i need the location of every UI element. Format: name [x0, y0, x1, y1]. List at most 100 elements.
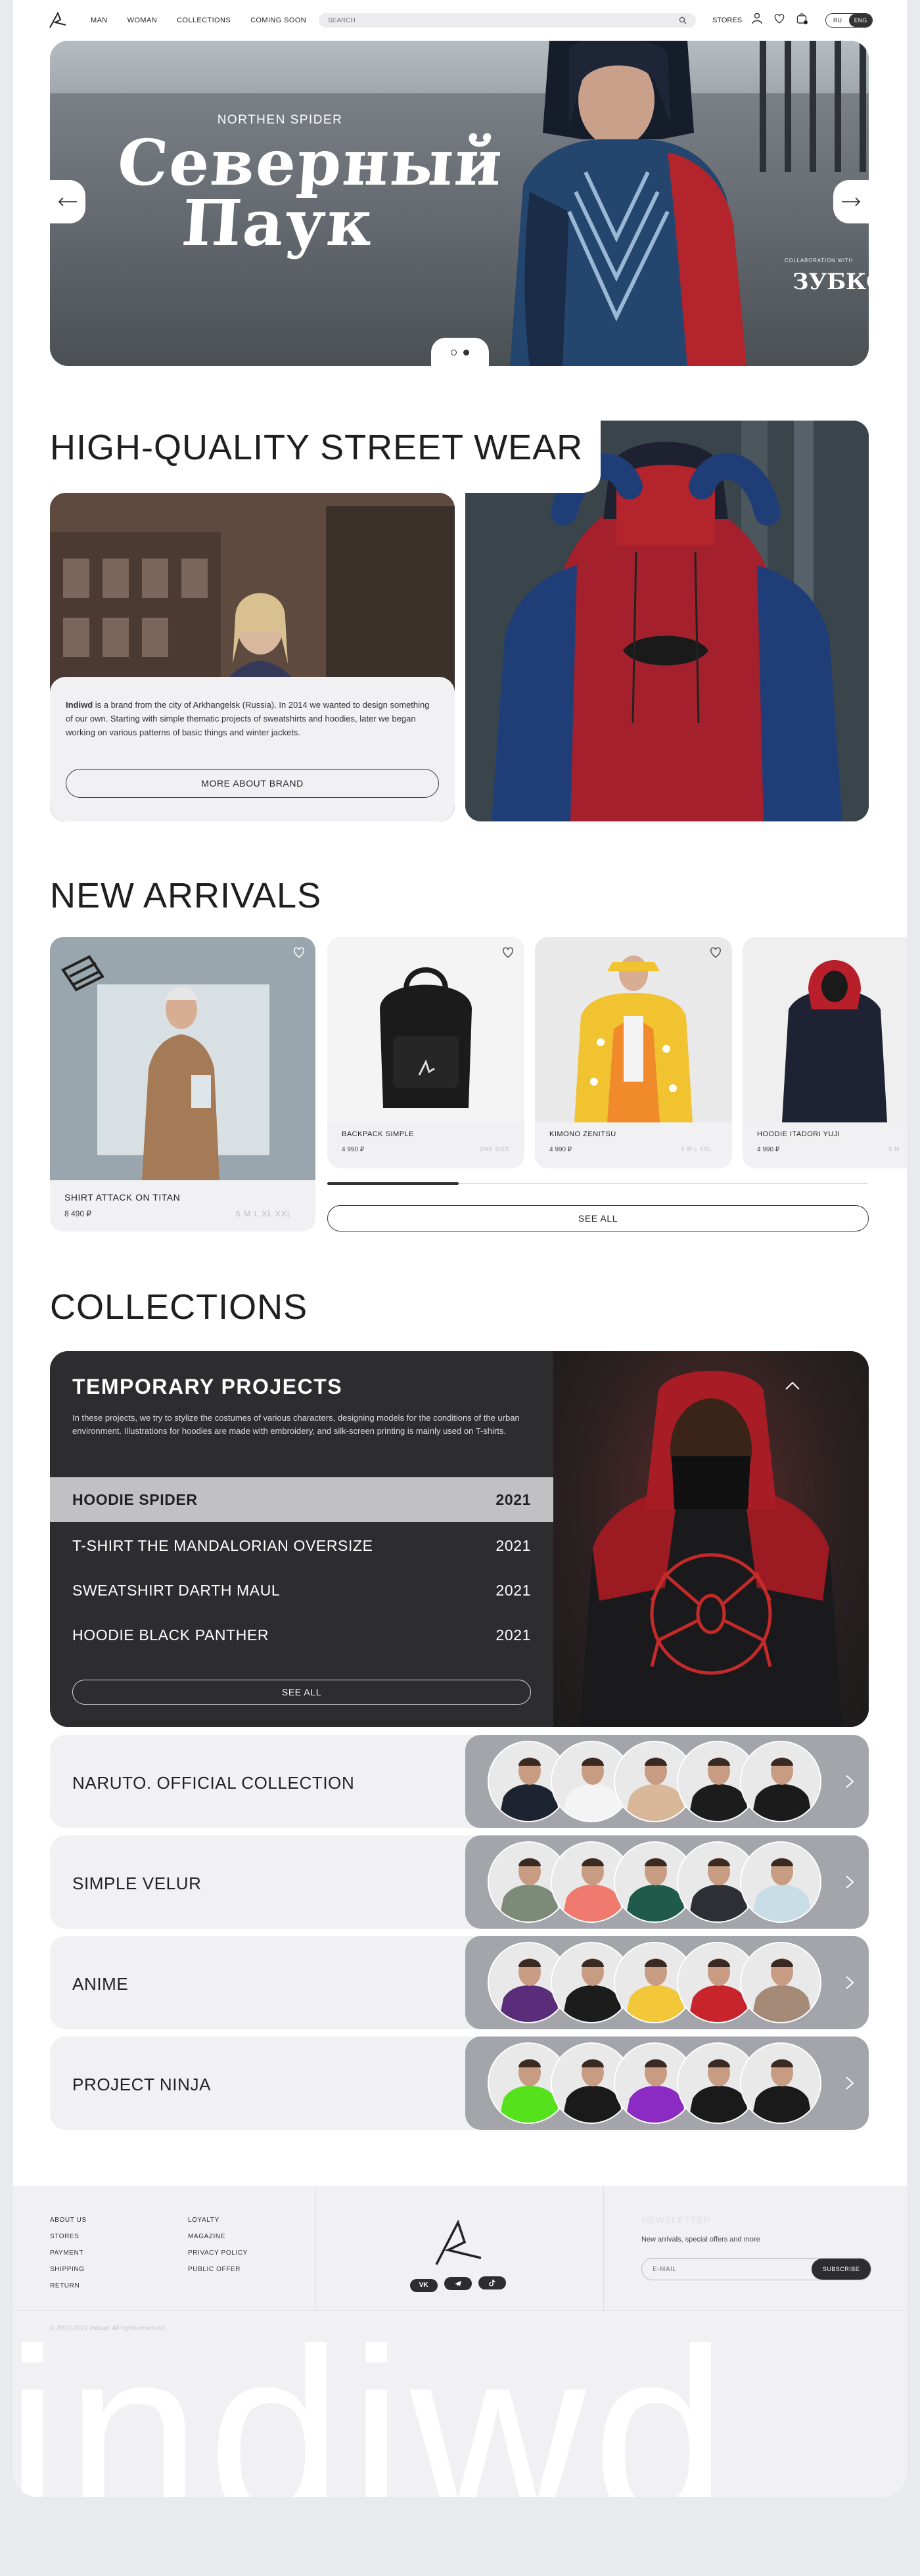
- favorite-heart-icon[interactable]: [501, 945, 515, 959]
- tp-item-tshirt-mandalorian[interactable]: T-SHIRT THE MANDALORIAN OVERSIZE 2021: [50, 1523, 553, 1568]
- product-name: HOODIE ITADORI YUJI: [757, 1130, 840, 1138]
- hero-next-button[interactable]: [833, 180, 869, 223]
- newsletter-form: SUBSCRIBE: [641, 2258, 871, 2280]
- product-name: SHIRT ATTACK ON TITAN: [64, 1192, 181, 1203]
- product-price: 4 990 ₽: [549, 1146, 572, 1153]
- social-links: VK: [402, 2276, 514, 2292]
- collection-row-anime[interactable]: ANIME: [50, 1936, 869, 2029]
- site-header: MAN WOMAN COLLECTIONS COMING SOON STORES…: [13, 0, 907, 41]
- hero-railing: [760, 41, 869, 172]
- collection-row-simple-velur[interactable]: SIMPLE VELUR: [50, 1835, 869, 1929]
- nav-collections[interactable]: COLLECTIONS: [177, 16, 231, 24]
- footer-link-about-us[interactable]: ABOUT US: [50, 2212, 87, 2228]
- temporary-projects-panel: TEMPORARY PROJECTS In these projects, we…: [50, 1351, 869, 1727]
- tp-item-name: T-SHIRT THE MANDALORIAN OVERSIZE: [72, 1536, 373, 1554]
- search-icon[interactable]: [679, 16, 687, 24]
- collection-row-naruto-official-collection[interactable]: NARUTO. OFFICIAL COLLECTION: [50, 1735, 869, 1828]
- favorite-heart-icon[interactable]: [292, 945, 306, 959]
- collection-thumbnail[interactable]: [740, 1841, 821, 1923]
- product-card-backpack-simple[interactable]: BACKPACK SIMPLE 4 990 ₽ ONE SIZE: [327, 937, 524, 1168]
- hero-dot-2[interactable]: [463, 349, 469, 356]
- more-about-brand-button[interactable]: MORE ABOUT BRAND: [66, 769, 439, 798]
- arrivals-scroll-thumb[interactable]: [327, 1182, 459, 1185]
- user-icon[interactable]: [750, 12, 764, 25]
- footer-link-privacy-policy[interactable]: PRIVACY POLICY: [188, 2245, 248, 2261]
- product-card-kimono-zenitsu[interactable]: KIMONO ZENITSU 4 990 ₽ S M L XXL: [535, 937, 732, 1168]
- arrivals-title: NEW ARRIVALS: [50, 876, 322, 915]
- lang-eng[interactable]: ENG: [849, 14, 872, 27]
- backpack-image: [380, 967, 472, 1108]
- footer-links-col2: LOYALTY MAGAZINE PRIVACY POLICY PUBLIC O…: [188, 2212, 248, 2278]
- hero-title-line1: Северный: [115, 126, 506, 200]
- bag-icon[interactable]: [795, 12, 808, 25]
- email-field[interactable]: [653, 2265, 784, 2273]
- footer-link-return[interactable]: RETURN: [50, 2278, 87, 2294]
- tp-item-hoodie-black-panther[interactable]: HOODIE BLACK PANTHER 2021: [50, 1613, 553, 1657]
- tiktok-icon[interactable]: [478, 2276, 507, 2289]
- collab-brand: ЗУБКОВ: [793, 269, 869, 295]
- telegram-icon[interactable]: [444, 2277, 472, 2290]
- hero-pagination: [431, 338, 489, 367]
- lang-ru[interactable]: RU: [826, 14, 849, 27]
- favorite-heart-icon[interactable]: [708, 945, 723, 959]
- collection-thumbnail[interactable]: [740, 1942, 821, 2023]
- footer-divider: [315, 2186, 316, 2311]
- tp-item-hoodie-spider[interactable]: HOODIE SPIDER 2021: [50, 1477, 553, 1522]
- product-card-hoodie-itadori-yuji[interactable]: HOODIE ITADORI YUJI 4 990 ₽ S M: [743, 937, 907, 1168]
- collection-row-project-ninja[interactable]: PROJECT NINJA: [50, 2036, 869, 2130]
- subscribe-button[interactable]: SUBSCRIBE: [812, 2259, 871, 2280]
- chevron-right-icon[interactable]: [840, 1770, 860, 1793]
- temporary-projects-image: [553, 1351, 869, 1727]
- hero-prev-button[interactable]: [50, 180, 85, 223]
- language-switch[interactable]: RU ENG: [825, 13, 873, 28]
- kimono-model-image: [574, 955, 693, 1122]
- product-price: 8 490 ₽: [64, 1209, 91, 1218]
- collection-name: ANIME: [72, 1974, 129, 1994]
- collection-name: SIMPLE VELUR: [72, 1874, 202, 1893]
- nav-man[interactable]: MAN: [91, 16, 108, 24]
- product-card-shirt-attack-on-titan[interactable]: SHIRT ATTACK ON TITAN 8 490 ₽ S M L XL X…: [50, 937, 315, 1231]
- vk-icon[interactable]: VK: [409, 2278, 438, 2292]
- spider-hoodie-model-image: [580, 1371, 842, 1727]
- tp-item-sweatshirt-darth-maul[interactable]: SWEATSHIRT DARTH MAUL 2021: [50, 1568, 553, 1613]
- hero-title: Северный Паук: [112, 126, 506, 260]
- stores-link[interactable]: STORES: [712, 16, 742, 24]
- search-input[interactable]: [328, 16, 643, 24]
- footer-link-magazine[interactable]: MAGAZINE: [188, 2228, 248, 2245]
- tp-item-name: HOODIE BLACK PANTHER: [72, 1626, 269, 1644]
- chevron-right-icon[interactable]: [840, 1871, 860, 1893]
- product-sizes: S M: [888, 1146, 900, 1152]
- nav-woman[interactable]: WOMAN: [127, 16, 157, 24]
- collection-name: PROJECT NINJA: [72, 2075, 212, 2094]
- footer-link-shipping[interactable]: SHIPPING: [50, 2261, 87, 2278]
- logo-icon[interactable]: [47, 11, 68, 30]
- product-price: 4 990 ₽: [342, 1146, 365, 1153]
- collection-thumbnails: [465, 1835, 869, 1929]
- collapse-chevron-icon[interactable]: [779, 1373, 806, 1400]
- arrivals-see-all-button[interactable]: SEE ALL: [327, 1205, 869, 1231]
- chevron-right-icon[interactable]: [840, 2072, 860, 2094]
- arrivals-scroll-track[interactable]: [327, 1182, 867, 1185]
- chevron-right-icon[interactable]: [840, 1971, 860, 1994]
- brand-wordmark: indiwd: [13, 2299, 734, 2498]
- collection-thumbnail[interactable]: [740, 2042, 821, 2124]
- about-body: is a brand from the city of Arkhangelsk …: [66, 700, 430, 737]
- footer-link-public-offer[interactable]: PUBLIC OFFER: [188, 2261, 248, 2278]
- footer-link-payment[interactable]: PAYMENT: [50, 2245, 87, 2261]
- logo-icon[interactable]: [428, 2217, 488, 2270]
- footer-link-stores[interactable]: STORES: [50, 2228, 87, 2245]
- collection-thumbnail[interactable]: [740, 1741, 821, 1822]
- tp-item-year: 2021: [495, 1581, 531, 1599]
- about-brand: Indiwd: [66, 700, 93, 710]
- footer-link-loyalty[interactable]: LOYALTY: [188, 2212, 248, 2228]
- tp-see-all-button[interactable]: SEE ALL: [72, 1680, 531, 1705]
- product-image: [743, 937, 907, 1122]
- product-image: [535, 937, 732, 1122]
- collection-thumbnails: [465, 2036, 869, 2130]
- collection-name: NARUTO. OFFICIAL COLLECTION: [72, 1773, 355, 1793]
- main-nav: MAN WOMAN COLLECTIONS COMING SOON: [91, 16, 306, 24]
- tp-item-year: 2021: [495, 1490, 531, 1508]
- hero-dot-1[interactable]: [451, 349, 457, 356]
- nav-coming-soon[interactable]: COMING SOON: [250, 16, 306, 24]
- heart-icon[interactable]: [773, 12, 786, 25]
